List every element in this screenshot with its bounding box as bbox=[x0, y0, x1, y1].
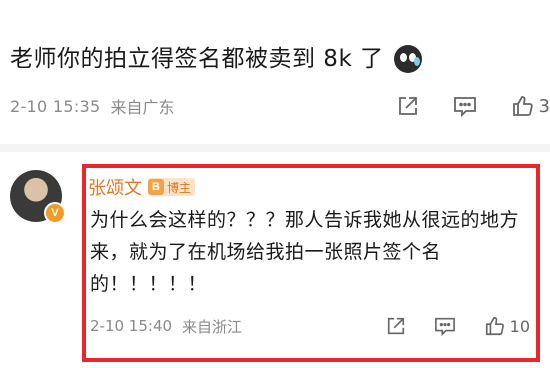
share-icon bbox=[398, 97, 417, 115]
reply-comment: V 张颂文 B 博主 为什么会这样的？？？那人告诉我她从很远的地方来，就为了在机… bbox=[0, 152, 550, 368]
reply-actions: 10 bbox=[358, 314, 530, 338]
share-icon bbox=[387, 317, 404, 335]
reply-header: 张颂文 B 博主 bbox=[88, 174, 196, 200]
comment-meta: 2-10 15:35 来自广东 3 bbox=[10, 94, 550, 118]
comment-text-row: 老师你的拍立得签名都被卖到 8k 了 bbox=[10, 44, 422, 74]
reply-like-count: 10 bbox=[509, 316, 530, 336]
avatar[interactable]: V bbox=[10, 170, 66, 224]
reply-share-button[interactable] bbox=[386, 316, 406, 336]
comment-actions: 3 bbox=[363, 94, 550, 118]
sweat-emoji-icon bbox=[393, 45, 422, 73]
like-count: 3 bbox=[538, 95, 550, 117]
section-divider bbox=[0, 144, 550, 152]
like-button[interactable]: 3 bbox=[511, 94, 550, 118]
blogger-badge-label: 博主 bbox=[167, 180, 192, 195]
reply-location: 来自浙江 bbox=[182, 317, 243, 336]
reply-text: 为什么会这样的？？？那人告诉我她从很远的地方来，就为了在机场给我拍一张照片签个名… bbox=[90, 209, 520, 295]
comment-text: 老师你的拍立得签名都被卖到 8k 了 bbox=[10, 46, 384, 72]
verified-v-badge-icon: V bbox=[44, 202, 66, 224]
like-icon bbox=[512, 96, 533, 116]
reply-meta: 2-10 15:40 来自浙江 10 bbox=[90, 314, 530, 338]
username-link[interactable]: 张颂文 bbox=[88, 174, 142, 200]
blogger-badge: B 博主 bbox=[148, 178, 196, 196]
top-comment: 老师你的拍立得签名都被卖到 8k 了 2-10 15:35 来自广东 3 bbox=[0, 0, 550, 140]
comment-icon bbox=[453, 97, 476, 117]
comment-time: 2-10 15:35 bbox=[10, 96, 101, 116]
blogger-icon: B bbox=[148, 179, 164, 195]
comment-location: 来自广东 bbox=[110, 98, 175, 117]
comment-icon bbox=[434, 317, 455, 336]
like-icon bbox=[485, 316, 504, 336]
share-button[interactable] bbox=[397, 95, 419, 117]
reply-comment-button[interactable] bbox=[434, 316, 456, 336]
reply-time: 2-10 15:40 bbox=[90, 317, 173, 335]
reply-like-button[interactable]: 10 bbox=[484, 315, 530, 337]
comment-button[interactable] bbox=[453, 95, 477, 117]
